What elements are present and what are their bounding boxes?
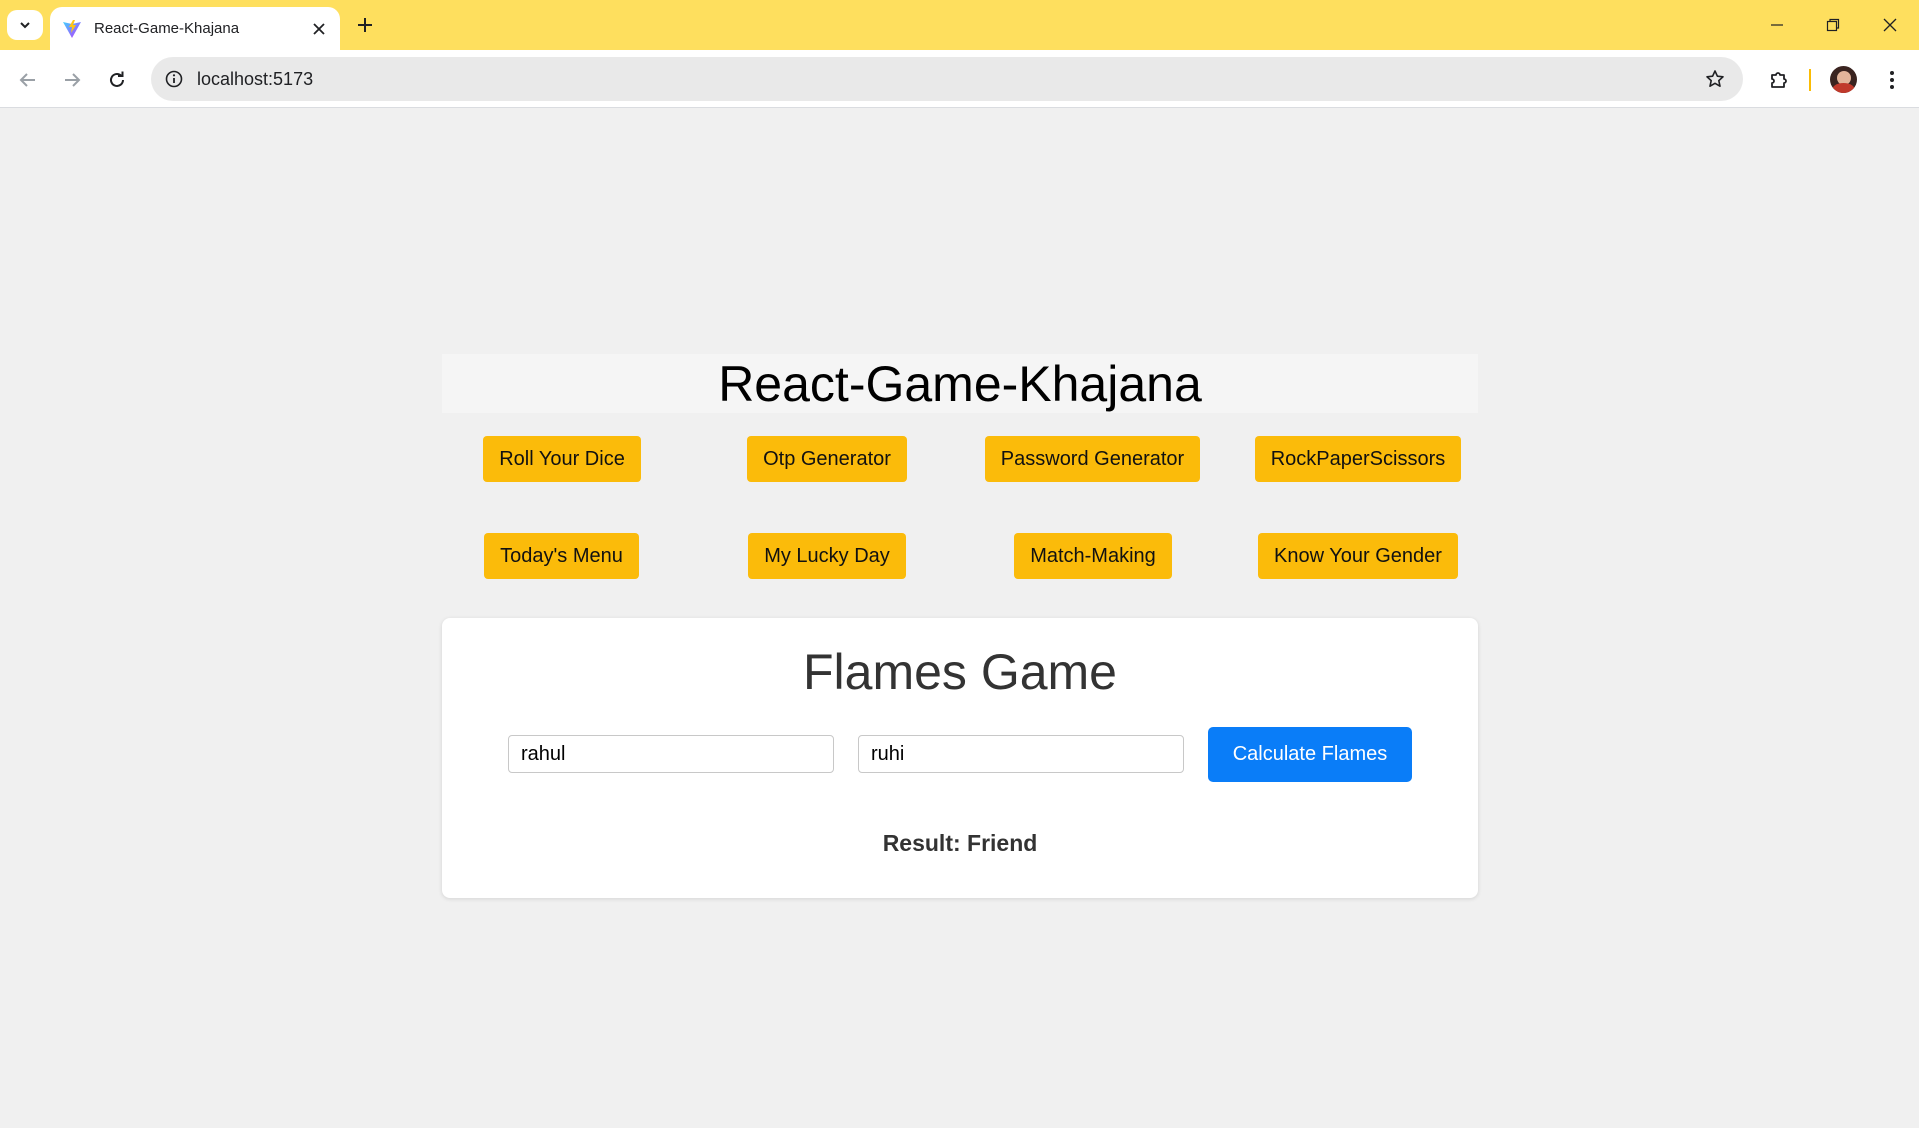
browser-toolbar: localhost:5173 <box>0 50 1919 108</box>
back-button[interactable] <box>12 64 44 96</box>
restore-icon <box>1826 18 1840 32</box>
browser-tab-bar: React-Game-Khajana <box>0 0 1919 50</box>
url-text: localhost:5173 <box>197 68 314 89</box>
chevron-down-icon <box>20 22 30 29</box>
flames-title: Flames Game <box>803 644 1117 700</box>
browser-tab[interactable]: React-Game-Khajana <box>50 7 340 50</box>
reload-icon <box>110 71 124 87</box>
app-title: React-Game-Khajana <box>718 355 1202 412</box>
rock-paper-scissors-button[interactable]: RockPaperScissors <box>1255 436 1461 482</box>
arrow-left-icon <box>19 73 35 87</box>
plus-icon <box>358 18 372 32</box>
password-generator-button[interactable]: Password Generator <box>985 436 1200 482</box>
todays-menu-button[interactable]: Today's Menu <box>484 533 639 579</box>
reload-button[interactable] <box>101 64 133 96</box>
profile-avatar[interactable] <box>1830 66 1857 93</box>
app-header: React-Game-Khajana <box>442 354 1478 413</box>
puzzle-icon <box>1771 72 1787 88</box>
arrow-right-icon <box>65 73 81 87</box>
know-your-gender-button[interactable]: Know Your Gender <box>1258 533 1458 579</box>
tab-search-button[interactable] <box>7 10 43 40</box>
restore-button[interactable] <box>1811 8 1855 42</box>
minimize-icon <box>1771 24 1783 26</box>
toolbar-separator <box>1809 69 1811 91</box>
kebab-menu-icon <box>1890 71 1894 89</box>
calculate-flames-button[interactable]: Calculate Flames <box>1208 727 1412 782</box>
info-icon <box>165 70 183 88</box>
bookmark-button[interactable] <box>1699 63 1731 95</box>
site-info-button[interactable] <box>159 64 189 94</box>
address-bar[interactable]: localhost:5173 <box>151 57 1743 101</box>
otp-generator-button[interactable]: Otp Generator <box>747 436 907 482</box>
forward-button[interactable] <box>56 64 88 96</box>
close-window-button[interactable] <box>1868 8 1912 42</box>
name2-input[interactable] <box>858 735 1184 773</box>
close-icon <box>1883 18 1897 32</box>
new-tab-button[interactable] <box>350 10 380 40</box>
flames-game-card: Flames Game Calculate Flames Result: Fri… <box>442 618 1478 898</box>
vite-logo-icon <box>62 19 82 39</box>
tab-title: React-Game-Khajana <box>94 20 240 37</box>
my-lucky-day-button[interactable]: My Lucky Day <box>748 533 906 579</box>
browser-menu-button[interactable] <box>1876 63 1908 97</box>
minimize-button[interactable] <box>1755 8 1799 42</box>
roll-your-dice-button[interactable]: Roll Your Dice <box>483 436 641 482</box>
match-making-button[interactable]: Match-Making <box>1014 533 1172 579</box>
extensions-button[interactable] <box>1762 63 1796 97</box>
name1-input[interactable] <box>508 735 834 773</box>
page-viewport: React-Game-Khajana Roll Your Dice Otp Ge… <box>0 109 1919 1128</box>
star-icon <box>1706 70 1724 87</box>
result-text: Result: Friend <box>882 830 1038 856</box>
close-icon <box>313 22 325 35</box>
close-tab-button[interactable] <box>306 16 332 42</box>
